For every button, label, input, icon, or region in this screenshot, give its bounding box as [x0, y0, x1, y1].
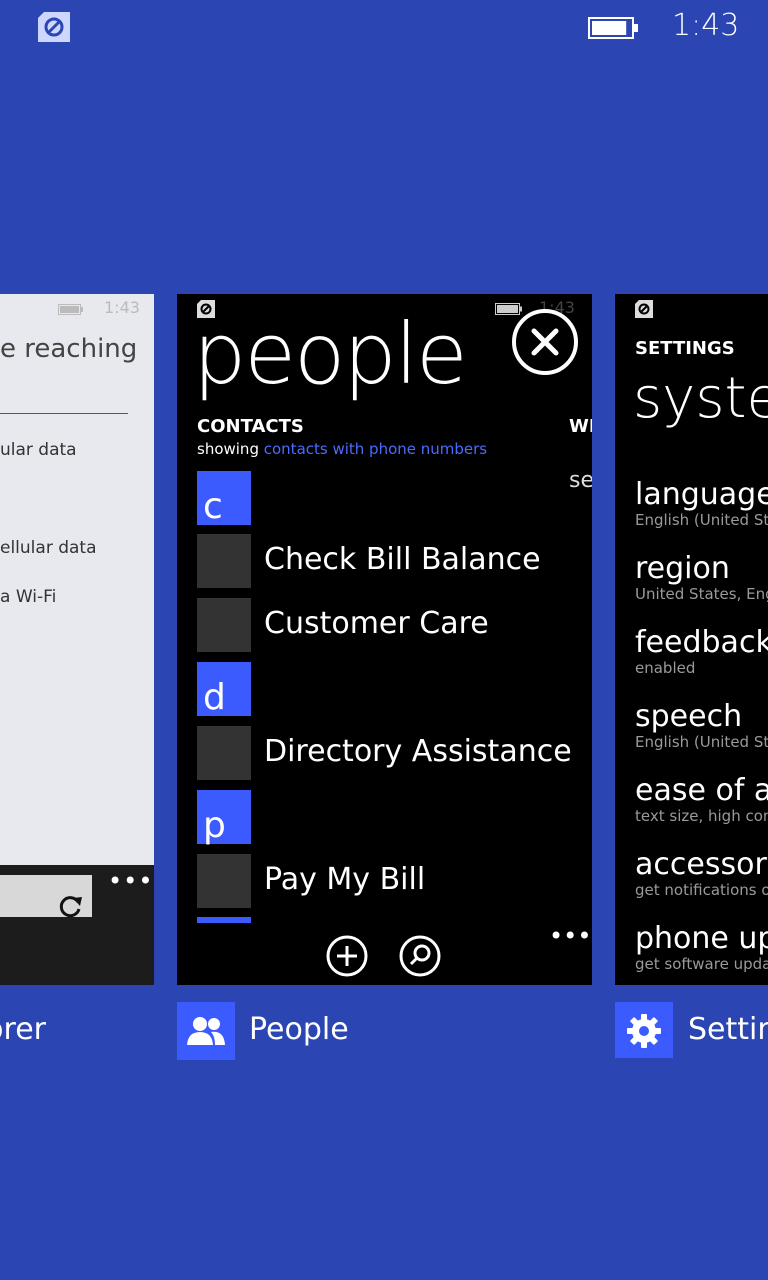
task-label-internet-explorer[interactable]: Internet Explorer	[0, 1002, 154, 1058]
contacts-filter[interactable]: showing contacts with phone numbers	[197, 440, 487, 458]
item-subtitle: text size, high contrast	[635, 807, 768, 825]
gear-icon	[627, 1014, 661, 1048]
task-label-text: People	[249, 1012, 349, 1047]
item-subtitle: enabled	[635, 659, 696, 677]
more-options-icon: •••	[108, 867, 154, 895]
status-clock: 1:43	[672, 8, 740, 43]
item-title: feedback	[635, 625, 768, 660]
contact-name: Customer Care	[264, 606, 489, 641]
item-subtitle: English (United States)	[635, 733, 768, 751]
contact-check-bill-balance[interactable]: Check Bill Balance	[197, 534, 587, 588]
settings-app-tile	[615, 1002, 673, 1058]
close-icon[interactable]	[511, 308, 579, 376]
item-subtitle: United States, English	[635, 585, 768, 603]
task-label-text: Settings	[688, 1012, 768, 1047]
pivot-header-next[interactable]: WH	[569, 416, 592, 437]
battery-icon	[58, 304, 83, 315]
item-title: language	[635, 477, 768, 512]
contact-name: Pay My Bill	[264, 862, 426, 897]
item-title: region	[635, 551, 730, 586]
item-subtitle: get notifications on accessories	[635, 881, 768, 899]
list-item: a Wi-Fi	[0, 587, 57, 607]
task-label-text: Internet Explorer	[0, 1012, 46, 1047]
task-label-people[interactable]: People	[177, 1002, 477, 1060]
settings-item-ease-of-access[interactable]: ease of access text size, high contrast	[635, 774, 768, 825]
mini-status-bar: 1:43	[0, 294, 154, 322]
mini-clock: 1:43	[104, 298, 140, 317]
browser-app-bar: •••	[0, 865, 154, 985]
task-card-people[interactable]: 1:43 people CONTACTS WH showing contacts…	[177, 294, 592, 985]
task-card-internet-explorer[interactable]: 1:43 e reaching ular data ellular data a…	[0, 294, 154, 985]
settings-item-region[interactable]: region United States, English	[635, 552, 768, 603]
avatar	[197, 726, 251, 780]
jump-list-letter-d[interactable]: d	[197, 662, 251, 716]
settings-item-accessory-apps[interactable]: accessory apps get notifications on acce…	[635, 848, 768, 899]
people-app-tile	[177, 1002, 235, 1060]
group-letter: d	[203, 677, 226, 718]
address-bar	[0, 875, 92, 918]
settings-item-language[interactable]: language English (United States)	[635, 478, 768, 529]
settings-item-phone-update[interactable]: phone update get software updates	[635, 922, 768, 973]
item-title: accessory apps	[635, 847, 768, 882]
item-title: ease of access	[635, 773, 768, 808]
people-icon	[187, 1017, 225, 1045]
pivot-header-contacts[interactable]: CONTACTS	[197, 416, 304, 437]
jump-list-letter-p[interactable]: p	[197, 790, 251, 844]
battery-icon	[588, 17, 638, 39]
status-bar: 1:43	[0, 0, 768, 56]
settings-page-title: system	[633, 366, 768, 431]
next-letter-tile-partial	[197, 917, 251, 923]
list-item: ellular data	[0, 538, 97, 558]
jump-list-letter-c[interactable]: c	[197, 471, 251, 525]
refresh-icon	[59, 896, 82, 918]
item-subtitle: English (United States)	[635, 511, 768, 529]
avatar	[197, 534, 251, 588]
contact-name: Check Bill Balance	[264, 542, 541, 577]
next-pivot-fragment: se	[569, 468, 592, 493]
group-letter: p	[203, 805, 226, 846]
page-heading-fragment: e reaching	[0, 334, 138, 364]
item-title: speech	[635, 699, 743, 734]
item-title: phone update	[635, 921, 768, 956]
list-item: ular data	[0, 440, 77, 460]
filter-link[interactable]: contacts with phone numbers	[264, 440, 487, 458]
settings-item-feedback[interactable]: feedback enabled	[635, 626, 768, 677]
task-label-settings[interactable]: Settings	[615, 1002, 768, 1058]
settings-item-speech[interactable]: speech English (United States)	[635, 700, 768, 751]
task-card-settings[interactable]: SETTINGS system language English (United…	[615, 294, 768, 985]
group-letter: c	[203, 486, 223, 527]
contact-name: Directory Assistance	[264, 734, 572, 769]
avatar	[197, 854, 251, 908]
app-notification-icon	[38, 12, 70, 42]
app-notification-icon	[635, 300, 653, 318]
more-options-icon[interactable]: •••	[549, 922, 591, 950]
contact-customer-care[interactable]: Customer Care	[197, 598, 587, 652]
divider	[0, 413, 128, 414]
settings-section-header: SETTINGS	[635, 338, 735, 359]
avatar	[197, 598, 251, 652]
item-subtitle: get software updates	[635, 955, 768, 973]
search-icon[interactable]	[398, 934, 442, 978]
contact-directory-assistance[interactable]: Directory Assistance	[197, 726, 587, 780]
contact-pay-my-bill[interactable]: Pay My Bill	[197, 854, 587, 908]
add-icon[interactable]	[325, 934, 369, 978]
filter-prefix: showing	[197, 440, 259, 458]
app-title: people	[193, 305, 468, 403]
